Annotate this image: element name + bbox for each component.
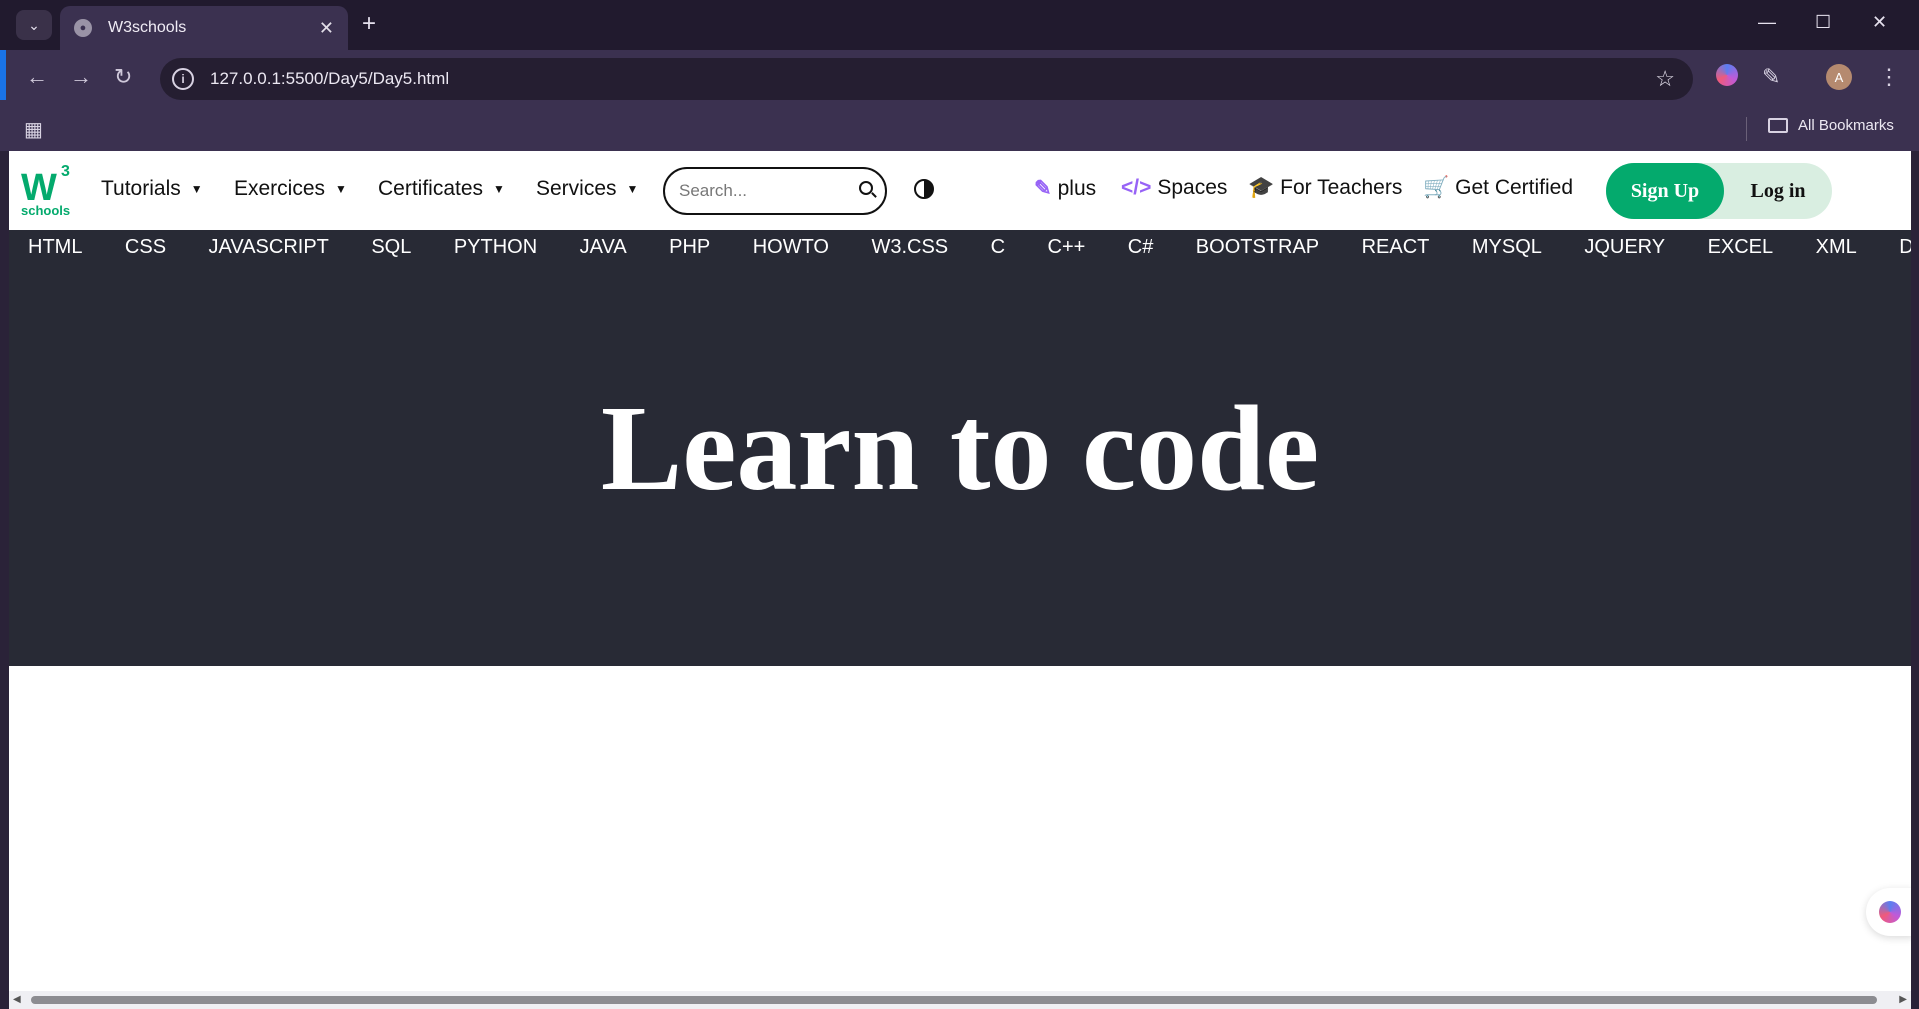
topic-link[interactable]: W3.CSS <box>871 230 948 259</box>
puzzle-icon[interactable]: ✎ <box>1762 64 1780 90</box>
info-icon[interactable]: i <box>172 68 194 90</box>
reload-icon[interactable]: ↻ <box>114 64 132 90</box>
apps-grid-icon[interactable]: ▦ <box>24 117 43 142</box>
close-icon[interactable]: ✕ <box>319 18 334 39</box>
spaces-link[interactable]: </> Spaces <box>1121 176 1227 200</box>
caret-down-icon: ▼ <box>626 182 639 196</box>
site-header: W 3 schools Tutorials ▼ Exercices ▼ Certif… <box>9 151 1911 230</box>
spaces-label: Spaces <box>1157 176 1228 199</box>
brain-icon <box>1879 901 1901 923</box>
topic-link[interactable]: CSS <box>125 230 166 259</box>
window-close-icon[interactable]: ✕ <box>1872 12 1887 33</box>
topic-link[interactable]: JAVASCRIPT <box>208 230 328 259</box>
topic-link[interactable]: EXCEL <box>1708 230 1774 259</box>
topic-link[interactable]: HOWTO <box>753 230 829 259</box>
bookmarks-bar: ▦ All Bookmarks <box>0 107 1919 151</box>
all-bookmarks-label: All Bookmarks <box>1798 117 1894 134</box>
menu-label: Exercices <box>234 177 326 200</box>
log-in-button[interactable]: Log in <box>1724 163 1832 219</box>
chevron-down-icon: ⌄ <box>28 16 40 33</box>
for-teachers-link[interactable]: 🎓 For Teachers <box>1248 176 1402 200</box>
caret-down-icon: ▼ <box>190 182 203 196</box>
menu-label: Tutorials <box>101 177 181 200</box>
globe-icon: ● <box>74 19 92 37</box>
topic-link[interactable]: C# <box>1128 230 1154 259</box>
theme-toggle-icon[interactable] <box>914 179 934 199</box>
search-icon[interactable] <box>859 181 873 195</box>
forward-arrow-icon[interactable]: → <box>70 64 92 90</box>
topic-link[interactable]: XML <box>1816 230 1857 259</box>
topic-nav: HTML CSS JAVASCRIPT SQL PYTHON JAVA PHP … <box>9 230 1911 269</box>
menu-exercices[interactable]: Exercices ▼ <box>234 177 347 201</box>
maximize-icon[interactable]: ☐ <box>1815 12 1831 33</box>
hero-banner: Learn to code <box>9 269 1911 666</box>
hero-title: Learn to code <box>600 381 1320 516</box>
folder-icon <box>1768 118 1788 133</box>
scroll-left-icon[interactable]: ◀ <box>13 994 21 1005</box>
tab-search-button[interactable]: ⌄ <box>16 10 52 40</box>
horizontal-scrollbar[interactable]: ◀ ▶ <box>9 991 1911 1009</box>
plus-label: plus <box>1057 176 1097 200</box>
brain-icon <box>1716 64 1738 86</box>
auth-group: Sign Up Log in <box>1606 163 1832 219</box>
page-viewport: W 3 schools Tutorials ▼ Exercices ▼ Certif… <box>9 151 1911 991</box>
window-edge <box>0 991 9 1009</box>
certified-label: Get Certified <box>1455 176 1574 199</box>
minimize-icon[interactable]: — <box>1758 12 1776 33</box>
tab-title: W3schools <box>108 19 187 36</box>
topic-link[interactable]: REACT <box>1362 230 1430 259</box>
window-edge-accent <box>0 50 6 100</box>
back-arrow-icon[interactable]: ← <box>26 64 48 90</box>
tab-strip: ⌄ ● W3schools ✕ + — ☐ ✕ <box>0 0 1919 50</box>
menu-label: Services <box>536 177 617 200</box>
code-icon: </> <box>1121 176 1152 199</box>
floating-assistant-button[interactable] <box>1866 888 1911 936</box>
topic-link[interactable]: JAVA <box>580 230 627 259</box>
cart-icon: 🛒 <box>1423 176 1450 199</box>
url-text: 127.0.0.1:5500/Day5/Day5.html <box>210 69 450 88</box>
pencil-icon: ✎ <box>1034 177 1052 200</box>
new-tab-button[interactable]: + <box>362 12 376 36</box>
brain-extension-icon[interactable] <box>1716 64 1738 86</box>
kebab-icon[interactable]: ⋮ <box>1878 64 1900 90</box>
caret-down-icon: ▼ <box>493 182 505 196</box>
logo-text: schools <box>21 203 71 218</box>
plus-icon: + <box>362 10 377 37</box>
avatar[interactable]: A <box>1826 64 1852 90</box>
topic-link[interactable]: MYSQL <box>1472 230 1542 259</box>
topic-link[interactable]: BOOTSTRAP <box>1196 230 1319 259</box>
get-certified-link[interactable]: 🛒 Get Certified <box>1423 176 1573 200</box>
w3schools-logo[interactable]: W 3 schools <box>21 163 77 219</box>
all-bookmarks-button[interactable]: All Bookmarks <box>1768 117 1894 134</box>
browser-toolbar: ← → ↻ i 127.0.0.1:5500/Day5/Day5.html ☆ … <box>0 50 1919 107</box>
address-bar[interactable]: i 127.0.0.1:5500/Day5/Day5.html ☆ <box>160 58 1693 100</box>
topic-link[interactable]: PHP <box>669 230 710 259</box>
star-icon[interactable]: ☆ <box>1655 66 1675 92</box>
sign-up-button[interactable]: Sign Up <box>1606 163 1724 219</box>
menu-label: Certificates <box>378 177 484 200</box>
topic-link[interactable]: C <box>991 230 1005 259</box>
teachers-label: For Teachers <box>1280 176 1403 199</box>
topic-link[interactable]: JQUERY <box>1584 230 1665 259</box>
plus-link[interactable]: ✎ plus <box>1034 176 1096 201</box>
menu-services[interactable]: Services ▼ <box>536 177 638 201</box>
browser-window: ⌄ ● W3schools ✕ + — ☐ ✕ ← → ↻ i 127.0.0.… <box>0 0 1919 1009</box>
search-input[interactable] <box>679 181 839 201</box>
menu-certificates[interactable]: Certificates ▼ <box>378 177 505 201</box>
menu-tutorials[interactable]: Tutorials ▼ <box>101 177 203 201</box>
caret-down-icon: ▼ <box>335 182 347 196</box>
graduation-cap-icon: 🎓 <box>1248 176 1275 199</box>
topic-link[interactable]: DJANGO <box>1899 230 1911 259</box>
scroll-right-icon[interactable]: ▶ <box>1899 994 1907 1005</box>
topic-link[interactable]: PYTHON <box>454 230 537 259</box>
browser-tab[interactable]: ● W3schools ✕ <box>60 6 348 50</box>
topic-link[interactable]: C++ <box>1048 230 1086 259</box>
topic-link[interactable]: HTML <box>28 230 82 259</box>
logo-superscript: 3 <box>61 163 70 180</box>
divider <box>1746 117 1747 141</box>
topic-link[interactable]: SQL <box>371 230 411 259</box>
scrollbar-thumb[interactable] <box>31 996 1877 1004</box>
search-box <box>663 167 887 215</box>
